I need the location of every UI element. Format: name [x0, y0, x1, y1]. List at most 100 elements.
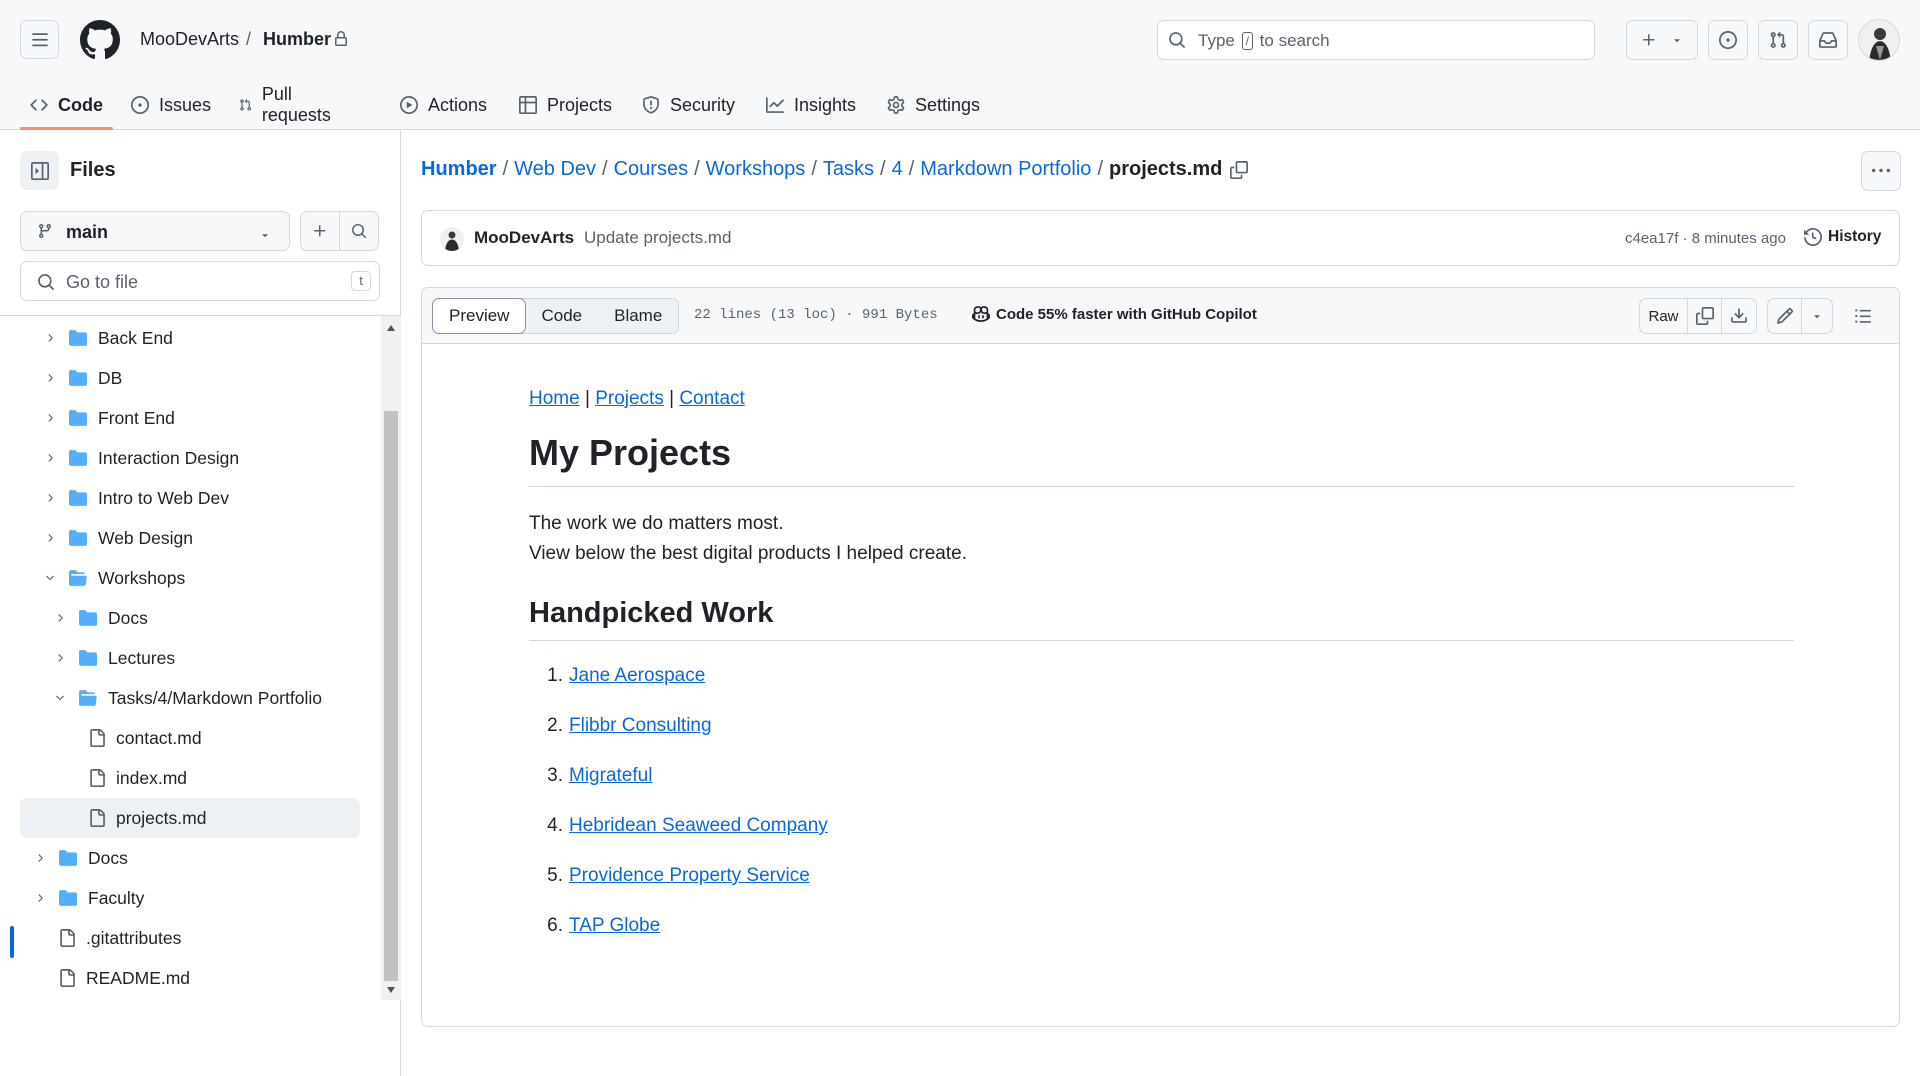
menu-button[interactable] [20, 20, 59, 59]
nav-link-home[interactable]: Home [529, 388, 580, 409]
scrollbar-thumb[interactable] [384, 411, 398, 981]
tree-folder[interactable]: Intro to Web Dev [20, 478, 360, 518]
view-preview-button[interactable]: Preview [432, 298, 527, 334]
tree-item-label: Lectures [108, 647, 176, 668]
edit-file-button[interactable] [1768, 299, 1802, 333]
tree-folder[interactable]: Interaction Design [20, 438, 360, 478]
chevron-right-icon[interactable] [40, 492, 60, 504]
breadcrumb-link-courses[interactable]: Courses [614, 158, 688, 181]
tree-folder[interactable]: Lectures [20, 638, 360, 678]
tree-folder[interactable]: DB [20, 358, 360, 398]
tab-projects[interactable]: Projects [519, 80, 612, 130]
tree-file[interactable]: README.md [20, 958, 360, 998]
project-link[interactable]: Hebridean Seaweed Company [569, 815, 828, 865]
user-avatar[interactable] [1858, 19, 1900, 61]
branch-selector[interactable]: main [20, 211, 290, 251]
tree-file[interactable]: projects.md [20, 798, 360, 838]
search-files-button[interactable] [339, 211, 379, 251]
tree-folder[interactable]: Back End [20, 318, 360, 358]
tree-folder[interactable]: Faculty [20, 878, 360, 918]
add-file-button[interactable] [300, 211, 340, 251]
inbox-button[interactable] [1808, 20, 1848, 60]
tab-code[interactable]: Code [20, 80, 113, 130]
raw-button[interactable]: Raw [1640, 299, 1688, 333]
breadcrumb-link-4[interactable]: 4 [892, 158, 903, 181]
issues-shortcut-button[interactable] [1708, 20, 1748, 60]
tree-folder[interactable]: Tasks/4/Markdown Portfolio [20, 678, 360, 718]
folder-open-icon [68, 569, 88, 587]
collapse-sidebar-button[interactable] [20, 151, 59, 190]
tab-insights[interactable]: Insights [766, 80, 856, 130]
chevron-right-icon[interactable] [40, 532, 60, 544]
project-link[interactable]: Flibbr Consulting [569, 715, 712, 765]
breadcrumb-link-web-dev[interactable]: Web Dev [514, 158, 596, 181]
chevron-right-icon[interactable] [30, 892, 50, 904]
chevron-right-icon[interactable] [40, 372, 60, 384]
breadcrumb-link-workshops[interactable]: Workshops [706, 158, 806, 181]
view-code-button[interactable]: Code [525, 299, 598, 333]
scroll-down-arrow-icon[interactable] [386, 986, 396, 994]
project-link[interactable]: Providence Property Service [569, 865, 810, 915]
search-input[interactable]: Type / to search [1157, 20, 1595, 60]
shield-icon [643, 96, 659, 114]
hamburger-icon [31, 32, 48, 46]
tree-file[interactable]: contact.md [20, 718, 360, 758]
list-number: 5. [547, 865, 563, 886]
scroll-up-arrow-icon[interactable] [386, 324, 396, 332]
breadcrumb-separator: / [880, 158, 886, 180]
copy-path-icon[interactable] [1230, 160, 1249, 179]
tree-item-label: Workshops [98, 567, 186, 588]
tree-file[interactable]: index.md [20, 758, 360, 798]
tree-item-label: Back End [98, 327, 173, 348]
copy-raw-button[interactable] [1688, 299, 1722, 333]
nav-link-contact[interactable]: Contact [679, 388, 744, 409]
chevron-right-icon[interactable] [50, 652, 70, 664]
tree-file[interactable]: .gitattributes [20, 918, 360, 958]
sidebar-collapse-icon [30, 161, 49, 180]
chevron-right-icon[interactable] [50, 612, 70, 624]
project-link[interactable]: TAP Globe [569, 915, 660, 965]
chevron-down-icon[interactable] [50, 692, 70, 704]
project-link[interactable]: Migrateful [569, 765, 652, 815]
tab-issues[interactable]: Issues [131, 80, 211, 130]
project-link[interactable]: Jane Aerospace [569, 665, 705, 715]
github-logo-icon[interactable] [80, 20, 120, 60]
tree-folder[interactable]: Docs [20, 598, 360, 638]
download-button[interactable] [1722, 299, 1756, 333]
tab-security[interactable]: Security [642, 80, 735, 130]
breadcrumb-link-tasks[interactable]: Tasks [823, 158, 874, 181]
chevron-down-icon[interactable] [40, 572, 60, 584]
tree-folder[interactable]: Docs [20, 838, 360, 878]
repo-name-link[interactable]: Humber [263, 29, 331, 50]
go-to-file-input[interactable]: Go to file t [20, 261, 380, 301]
file-toolbar: Preview Code Blame 22 lines (13 loc) · 9… [422, 288, 1899, 344]
view-blame-button[interactable]: Blame [598, 299, 678, 333]
tree-folder[interactable]: Front End [20, 398, 360, 438]
commit-author[interactable]: MooDevArts [474, 228, 574, 248]
nav-link-projects[interactable]: Projects [595, 388, 664, 409]
tree-item-label: README.md [86, 967, 191, 988]
chevron-right-icon[interactable] [40, 412, 60, 424]
history-button[interactable]: History [1804, 228, 1881, 246]
commit-author-avatar[interactable] [440, 227, 464, 251]
chevron-right-icon[interactable] [30, 852, 50, 864]
chevron-right-icon[interactable] [40, 452, 60, 464]
breadcrumb-link-markdown-portfolio[interactable]: Markdown Portfolio [920, 158, 1091, 181]
tree-folder[interactable]: Web Design [20, 518, 360, 558]
more-options-button[interactable] [1861, 151, 1901, 191]
copilot-promo-link[interactable]: Code 55% faster with GitHub Copilot [972, 305, 1257, 323]
edit-dropdown-button[interactable] [1802, 299, 1832, 333]
outline-button[interactable] [1854, 307, 1872, 325]
tab-actions[interactable]: Actions [400, 80, 487, 130]
chevron-right-icon[interactable] [40, 332, 60, 344]
create-new-button[interactable] [1626, 20, 1698, 60]
pull-requests-shortcut-button[interactable] [1758, 20, 1798, 60]
repo-owner-link[interactable]: MooDevArts [140, 29, 239, 50]
tab-settings[interactable]: Settings [887, 80, 980, 130]
commit-meta[interactable]: c4ea17f · 8 minutes ago [1625, 230, 1786, 247]
breadcrumb-link-humber[interactable]: Humber [421, 158, 497, 181]
commit-message[interactable]: Update projects.md [584, 228, 731, 248]
tab-pull-requests[interactable]: Pull requests [239, 80, 336, 130]
tree-folder[interactable]: Workshops [20, 558, 360, 598]
sidebar-scrollbar[interactable] [381, 316, 401, 1000]
